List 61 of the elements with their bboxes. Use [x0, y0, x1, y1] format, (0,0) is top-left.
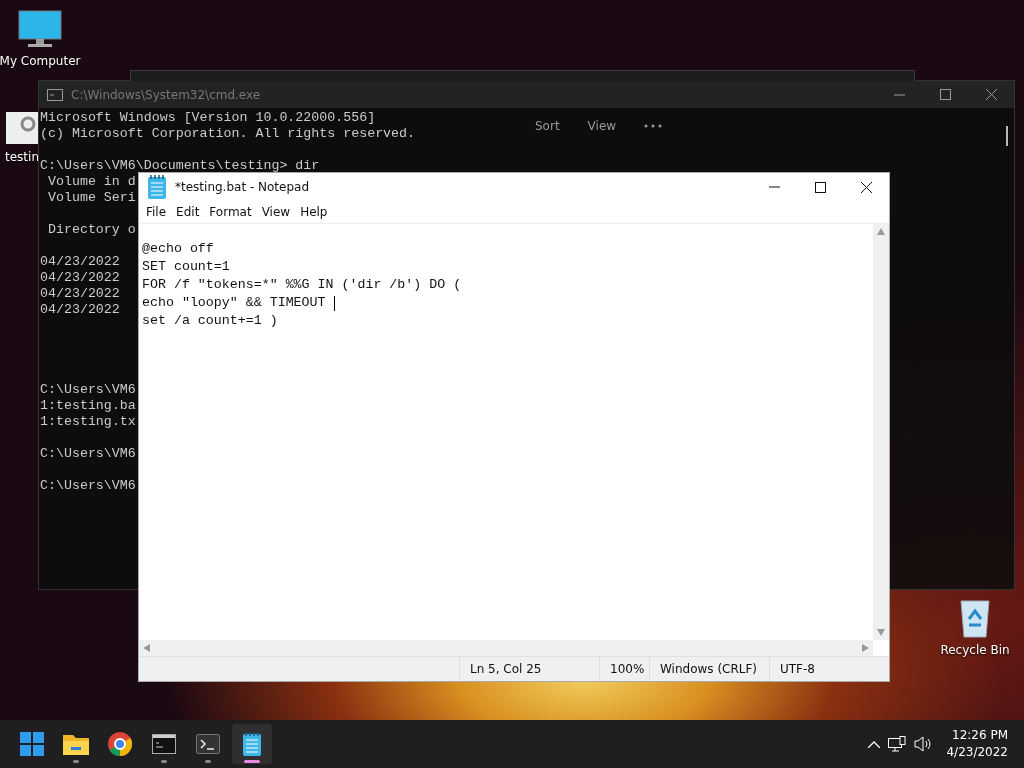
windows-logo-icon	[20, 732, 44, 756]
console-text-line: 04/23/2022	[40, 286, 120, 302]
status-text: UTF-8	[769, 657, 889, 681]
taskbar-app-button[interactable]	[232, 724, 272, 764]
toolbar-button[interactable]: Sort	[535, 119, 560, 133]
volume-icon[interactable]	[914, 736, 933, 752]
more-icon[interactable]	[644, 124, 663, 128]
monitor-icon	[18, 10, 62, 50]
network-icon[interactable]	[888, 736, 907, 752]
maximize-icon	[939, 89, 951, 100]
code-line: set /a count+=1 )	[142, 312, 278, 330]
folder-icon	[63, 733, 89, 755]
menu-item[interactable]: File	[141, 205, 172, 219]
status-text: Windows (CRLF)	[649, 657, 769, 681]
desktop-icon-label[interactable]: testin	[5, 150, 39, 164]
console-text-line: 1:testing.ba	[40, 398, 136, 414]
toolbar-button[interactable]: View	[587, 119, 617, 133]
console-text-line: C:\Users\VM6	[40, 478, 136, 494]
console-text-line: C:\Users\VM6\Documents\testing> dir	[40, 158, 320, 174]
notepad-icon	[147, 175, 167, 199]
status-text: Ln 5, Col 25	[459, 657, 599, 681]
browser-icon	[108, 732, 132, 756]
chevron-up-icon[interactable]	[868, 740, 881, 748]
window-title: *testing.bat - Notepad	[175, 180, 310, 194]
recycle-bin-icon	[957, 597, 993, 639]
console-text-line: Volume in d	[46, 174, 136, 190]
minimize-icon	[893, 93, 905, 96]
console-text-line: Volume Seri	[46, 190, 136, 206]
desktop-icon-label[interactable]: My Computer	[0, 54, 81, 68]
menu-item[interactable]: Format	[204, 205, 257, 219]
menu-item[interactable]: Help	[295, 205, 333, 219]
console-text-line: 04/23/2022	[40, 270, 120, 286]
scrollbar-thumb[interactable]	[1006, 126, 1008, 146]
console-icon	[152, 734, 176, 754]
minimize-icon	[768, 186, 780, 188]
code-line: echo "loopy" && TIMEOUT	[142, 294, 327, 312]
clock-time[interactable]: 12:26 PM	[952, 727, 1008, 744]
code-line: @echo off	[142, 240, 214, 258]
console-text-line: C:\Users\VM6	[40, 446, 136, 462]
desktop-icon-label[interactable]: Recycle Bin	[940, 643, 1010, 657]
terminal-icon	[196, 734, 220, 754]
close-icon	[860, 181, 872, 193]
menu-item[interactable]: View	[256, 205, 296, 219]
console-text-line: Microsoft Windows [Version 10.0.22000.556]	[40, 110, 376, 126]
settings-file-icon	[4, 110, 40, 146]
console-text-line: 04/23/2022	[40, 302, 120, 318]
console-text-line: 1:testing.tx	[40, 414, 136, 430]
maximize-icon	[814, 181, 826, 193]
code-line: FOR /f "tokens=*" %%G IN ('dir /b') DO (	[142, 276, 462, 294]
status-text: 100%	[599, 657, 649, 681]
notepad-icon	[242, 732, 262, 756]
console-text-line: Directory o	[46, 222, 136, 238]
console-text-line: (c) Microsoft Corporation. All rights reserved.	[40, 126, 416, 142]
console-text-line: C:\Users\VM6	[40, 382, 136, 398]
clock-date[interactable]: 4/23/2022	[946, 744, 1008, 761]
console-text-line: 04/23/2022	[40, 254, 120, 270]
menu-item[interactable]: Edit	[171, 205, 205, 219]
window-title: C:\Windows\System32\cmd.exe	[71, 87, 261, 102]
console-app-icon	[47, 88, 63, 101]
code-line: SET count=1	[142, 258, 230, 276]
close-icon	[985, 89, 997, 100]
